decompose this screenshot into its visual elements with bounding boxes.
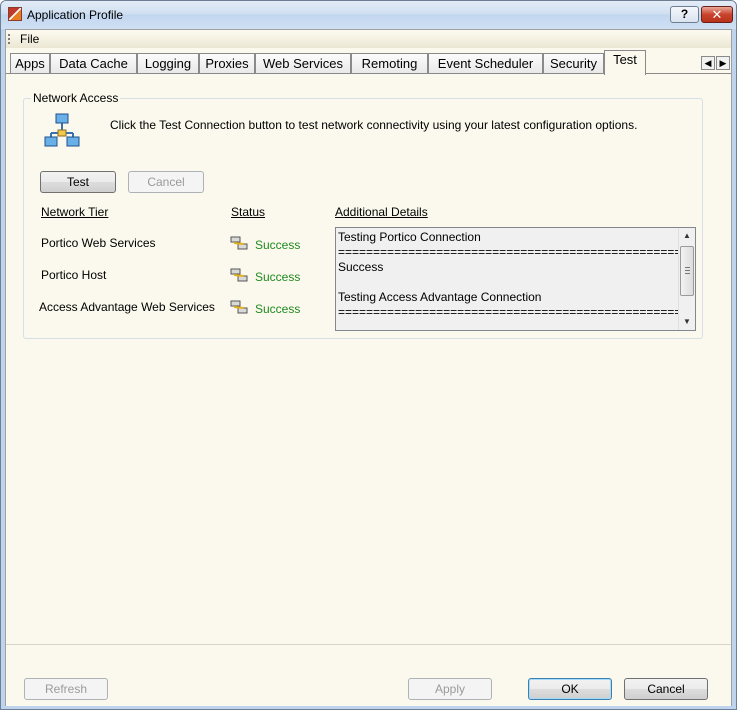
title-bar[interactable]: Application Profile ? ✕: [1, 1, 736, 29]
window-title: Application Profile: [27, 8, 124, 22]
tab-scroll-left-icon[interactable]: ◀: [701, 56, 715, 70]
client-area: File Apps Data Cache Logging Proxies Web…: [5, 29, 732, 706]
details-scrollbar[interactable]: ▲ ▼: [678, 228, 695, 330]
status-portico-host: Success: [255, 270, 301, 284]
tab-security[interactable]: Security: [543, 53, 604, 74]
tab-data-cache[interactable]: Data Cache: [50, 53, 137, 74]
tab-logging[interactable]: Logging: [137, 53, 199, 74]
menu-bar: File: [6, 30, 731, 48]
tab-remoting[interactable]: Remoting: [351, 53, 428, 74]
ok-button[interactable]: OK: [528, 678, 612, 700]
column-header-network-tier: Network Tier: [41, 205, 109, 219]
close-button[interactable]: ✕: [701, 6, 733, 23]
scroll-up-icon[interactable]: ▲: [679, 228, 695, 244]
tier-label-portico-host: Portico Host: [41, 268, 107, 282]
scroll-thumb[interactable]: [680, 246, 694, 296]
application-profile-window: Application Profile ? ✕ File Apps Data C…: [0, 0, 737, 710]
network-icon: [44, 113, 80, 147]
dialog-button-bar: Refresh Apply OK Cancel: [6, 644, 731, 706]
tab-test[interactable]: Test: [604, 50, 646, 75]
connection-success-icon: [230, 236, 248, 250]
additional-details-text[interactable]: Testing Portico Connection =============…: [338, 230, 678, 320]
tier-label-access-advantage-web-services: Access Advantage Web Services: [39, 300, 215, 314]
status-access-advantage-web-services: Success: [255, 302, 301, 316]
test-tab-page: Network Access Click the Test Connection…: [6, 73, 731, 643]
menu-grip-icon[interactable]: [8, 34, 10, 44]
instructions-text: Click the Test Connection button to test…: [110, 118, 638, 132]
tab-web-services[interactable]: Web Services: [255, 53, 351, 74]
tab-proxies[interactable]: Proxies: [199, 53, 255, 74]
status-portico-web-services: Success: [255, 238, 301, 252]
additional-details-textbox[interactable]: Testing Portico Connection =============…: [335, 227, 696, 331]
app-icon: [8, 7, 22, 21]
connection-success-icon: [230, 268, 248, 282]
scroll-down-icon[interactable]: ▼: [679, 314, 695, 330]
column-header-additional-details: Additional Details: [335, 205, 428, 219]
refresh-button[interactable]: Refresh: [24, 678, 108, 700]
column-header-status: Status: [231, 205, 266, 219]
tab-strip: Apps Data Cache Logging Proxies Web Serv…: [6, 50, 731, 75]
tab-scroll-right-icon[interactable]: ▶: [716, 56, 730, 70]
tab-event-scheduler[interactable]: Event Scheduler: [428, 53, 543, 74]
test-button[interactable]: Test: [40, 171, 116, 193]
connection-success-icon: [230, 300, 248, 314]
cancel-button[interactable]: Cancel: [624, 678, 708, 700]
tab-apps[interactable]: Apps: [10, 53, 50, 74]
apply-button[interactable]: Apply: [408, 678, 492, 700]
group-title: Network Access: [31, 91, 121, 105]
network-access-group: Network Access Click the Test Connection…: [23, 91, 703, 339]
cancel-test-button[interactable]: Cancel: [128, 171, 204, 193]
menu-file[interactable]: File: [20, 32, 39, 46]
tier-label-portico-web-services: Portico Web Services: [41, 236, 156, 250]
help-button[interactable]: ?: [670, 6, 699, 23]
